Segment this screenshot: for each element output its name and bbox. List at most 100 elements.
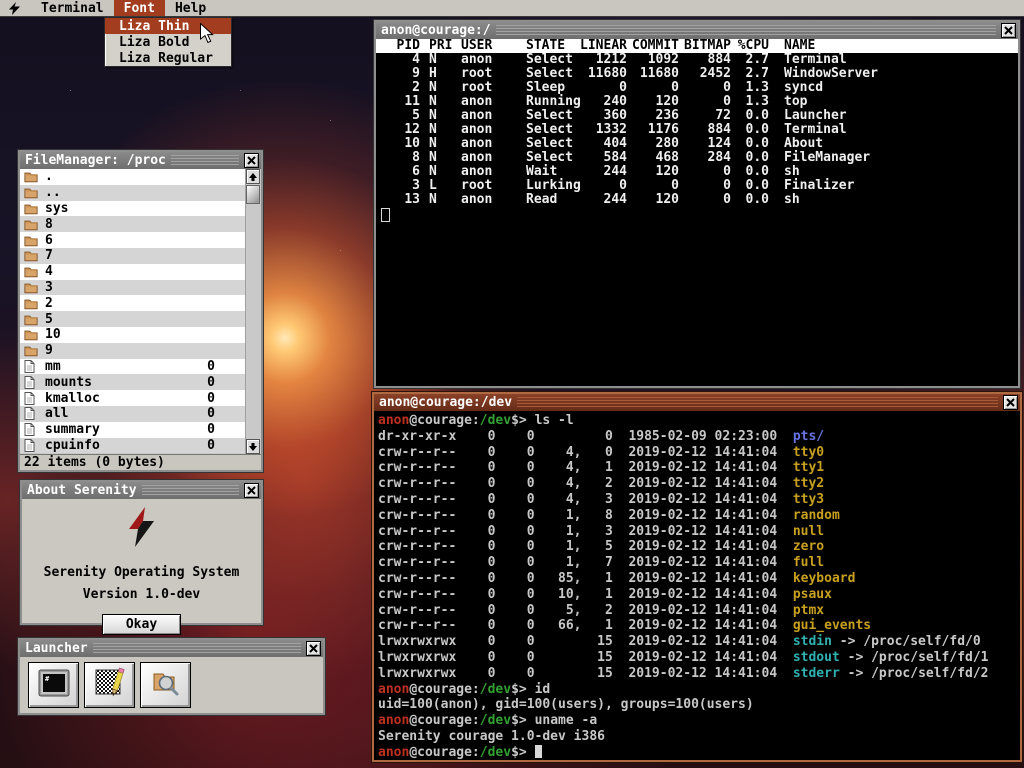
terminal-line: crw-r--r-- 0 0 85, 1 2019-02-12 14:41:04… xyxy=(378,571,1020,587)
terminal-output[interactable]: anon@courage:/dev$> ls -ldr-xr-xr-x 0 0 … xyxy=(374,411,1020,760)
table-row: 4NanonSelect121210928842.7Terminal xyxy=(376,53,1018,67)
font-editor-icon xyxy=(93,666,127,704)
vertical-scrollbar[interactable] xyxy=(245,169,261,454)
folder-icon xyxy=(24,249,39,262)
terminal-line: crw-r--r-- 0 0 1, 8 2019-02-12 14:41:04 … xyxy=(378,508,1020,524)
menu-terminal[interactable]: Terminal xyxy=(31,0,114,16)
menu-bar: TerminalFontHelp xyxy=(0,0,1024,17)
file-icon xyxy=(24,439,39,452)
terminal-line: lrwxrwxrwx 0 0 15 2019-02-12 14:41:04 st… xyxy=(378,666,1020,682)
font-menu-item-liza-regular[interactable]: Liza Regular xyxy=(105,50,231,66)
text-cursor xyxy=(535,745,542,758)
terminal-line: lrwxrwxrwx 0 0 15 2019-02-12 14:41:04 st… xyxy=(378,634,1020,650)
column-header-bitmap: BITMAP xyxy=(679,39,731,53)
terminal-bottom-titlebar[interactable]: anon@courage:/dev xyxy=(374,394,1020,411)
list-item-folder[interactable]: 4 xyxy=(20,264,245,280)
column-header-commit: COMMIT xyxy=(627,39,679,53)
terminal-top-titlebar[interactable]: anon@courage:/ xyxy=(376,22,1018,39)
file-name: all xyxy=(45,406,193,421)
window-title: FileManager: /proc xyxy=(25,152,166,169)
column-header-linear: LINEAR xyxy=(578,39,627,53)
terminal-line: crw-r--r-- 0 0 10, 1 2019-02-12 14:41:04… xyxy=(378,587,1020,603)
list-item-folder[interactable]: sys xyxy=(20,201,245,217)
launcher-window: Launcher # xyxy=(18,638,325,715)
folder-name: .. xyxy=(45,185,245,200)
column-header-pid: PID xyxy=(380,39,420,53)
menu-help[interactable]: Help xyxy=(165,0,216,16)
terminal-line: crw-r--r-- 0 0 66, 1 2019-02-12 14:41:04… xyxy=(378,618,1020,634)
file-manager-window: FileManager: /proc ...sys8674325109mm0mo… xyxy=(18,150,263,472)
list-item-file[interactable]: summary0 xyxy=(20,422,245,438)
list-item-folder[interactable]: . xyxy=(20,169,245,185)
folder-icon xyxy=(24,234,39,247)
launch-file-find-button[interactable] xyxy=(140,662,191,708)
list-item-file[interactable]: cpuinfo0 xyxy=(20,438,245,454)
file-size: 0 xyxy=(193,422,215,437)
file-icon xyxy=(24,392,39,405)
close-icon[interactable] xyxy=(306,641,321,656)
terminal-line: crw-r--r-- 0 0 5, 2 2019-02-12 14:41:04 … xyxy=(378,603,1020,619)
folder-name: 2 xyxy=(45,296,245,311)
list-item-folder[interactable]: 3 xyxy=(20,280,245,296)
titlebar-stripes xyxy=(171,155,239,166)
hollow-text-cursor xyxy=(381,208,390,222)
list-item-folder[interactable]: 7 xyxy=(20,248,245,264)
file-name: cpuinfo xyxy=(45,438,193,453)
folder-icon xyxy=(24,328,39,341)
table-row: 8NanonSelect5844682840.0FileManager xyxy=(376,151,1018,165)
list-item-folder[interactable]: 6 xyxy=(20,232,245,248)
list-item-folder[interactable]: 10 xyxy=(20,327,245,343)
menu-font[interactable]: Font xyxy=(114,0,165,16)
terminal-line: anon@courage:/dev$> ls -l xyxy=(378,413,1020,429)
scrollbar-thumb[interactable] xyxy=(246,185,260,204)
list-item-folder[interactable]: 9 xyxy=(20,343,245,359)
terminal-line: crw-r--r-- 0 0 4, 0 2019-02-12 14:41:04 … xyxy=(378,445,1020,461)
list-item-folder[interactable]: 8 xyxy=(20,216,245,232)
scroll-up-icon[interactable] xyxy=(246,169,260,184)
table-row: 5NanonSelect360236720.0Launcher xyxy=(376,109,1018,123)
column-header-user: USER xyxy=(461,39,526,53)
list-item-folder[interactable]: 5 xyxy=(20,311,245,327)
titlebar-stripes xyxy=(496,25,996,36)
list-item-file[interactable]: mm0 xyxy=(20,359,245,375)
list-item-folder[interactable]: .. xyxy=(20,185,245,201)
terminal-line: crw-r--r-- 0 0 4, 3 2019-02-12 14:41:04 … xyxy=(378,492,1020,508)
close-icon[interactable] xyxy=(1001,23,1016,38)
folder-name: 3 xyxy=(45,280,245,295)
folder-name: 8 xyxy=(45,217,245,232)
close-icon[interactable] xyxy=(244,483,259,498)
close-icon[interactable] xyxy=(1003,395,1018,410)
folder-icon xyxy=(24,344,39,357)
system-bolt-icon[interactable] xyxy=(9,2,20,15)
folder-icon xyxy=(24,170,39,183)
file-manager-titlebar[interactable]: FileManager: /proc xyxy=(20,152,261,169)
list-item-file[interactable]: kmalloc0 xyxy=(20,390,245,406)
column-header-state: STATE xyxy=(526,39,578,53)
file-size: 0 xyxy=(193,406,215,421)
about-titlebar[interactable]: About Serenity xyxy=(22,482,261,499)
folder-name: 9 xyxy=(45,343,245,358)
terminal-line: crw-r--r-- 0 0 1, 5 2019-02-12 14:41:04 … xyxy=(378,539,1020,555)
titlebar-stripes xyxy=(142,485,239,496)
terminal-icon: # xyxy=(37,667,71,703)
terminal-line: anon@courage:/dev$> xyxy=(378,745,1020,760)
okay-button[interactable]: Okay xyxy=(102,614,181,635)
list-item-file[interactable]: mounts0 xyxy=(20,374,245,390)
file-size: 0 xyxy=(193,438,215,453)
list-item-file[interactable]: all0 xyxy=(20,406,245,422)
mouse-cursor xyxy=(200,23,214,48)
scroll-down-icon[interactable] xyxy=(246,439,260,454)
column-header-name: NAME xyxy=(769,39,815,53)
table-header: PIDPRIUSERSTATELINEARCOMMITBITMAP%CPUNAM… xyxy=(376,39,1018,53)
file-icon xyxy=(24,376,39,389)
folder-name: 4 xyxy=(45,264,245,279)
terminal-line: crw-r--r-- 0 0 1, 7 2019-02-12 14:41:04 … xyxy=(378,555,1020,571)
launcher-titlebar[interactable]: Launcher xyxy=(20,640,323,657)
terminal-window-top: anon@courage:/ PIDPRIUSERSTATELINEARCOMM… xyxy=(374,20,1020,388)
file-name: mounts xyxy=(45,375,193,390)
window-title: anon@courage:/ xyxy=(381,22,491,39)
close-icon[interactable] xyxy=(244,153,259,168)
launch-terminal-button[interactable]: # xyxy=(28,662,79,708)
launch-font-editor-button[interactable] xyxy=(84,662,135,708)
list-item-folder[interactable]: 2 xyxy=(20,295,245,311)
